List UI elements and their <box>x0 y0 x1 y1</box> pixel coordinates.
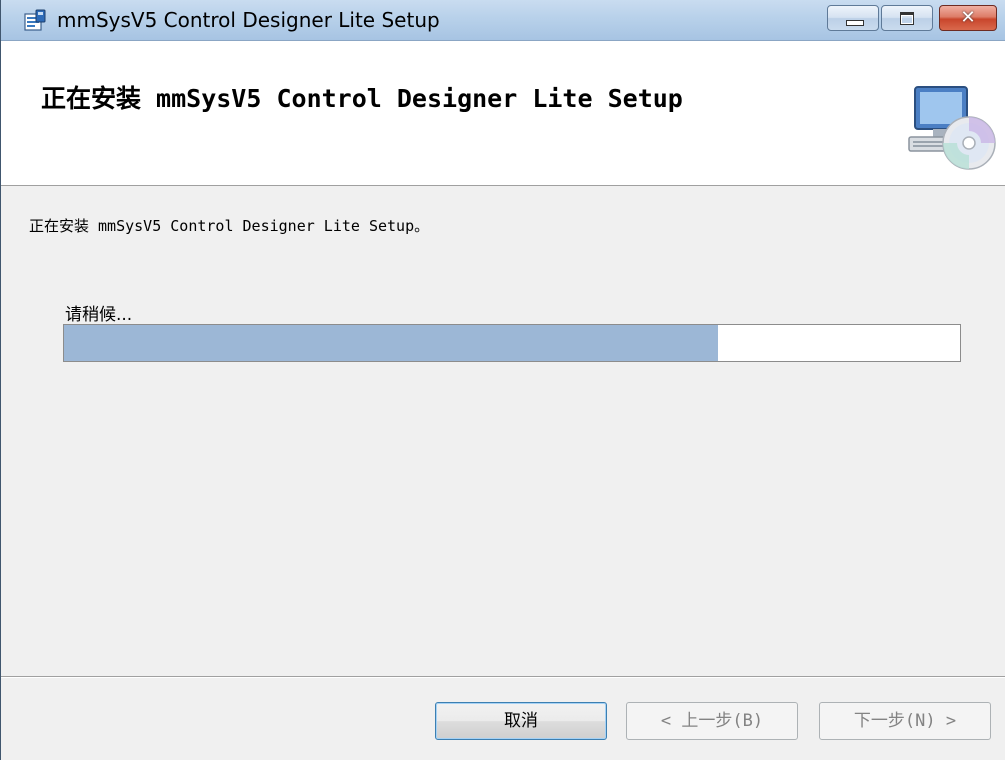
back-button[interactable]: < 上一步(B) <box>626 702 798 740</box>
title-bar[interactable]: mmSysV5 Control Designer Lite Setup ✕ <box>1 0 1005 41</box>
close-icon: ✕ <box>960 7 976 28</box>
page-title: 正在安装 mmSysV5 Control Designer Lite Setup <box>41 84 683 113</box>
wait-label: 请稍候... <box>65 305 133 325</box>
minimize-button[interactable] <box>827 5 879 31</box>
window-title: mmSysV5 Control Designer Lite Setup <box>57 8 440 32</box>
minimize-icon <box>846 20 864 26</box>
header-banner: 正在安装 mmSysV5 Control Designer Lite Setup <box>1 41 1005 186</box>
progress-bar <box>63 324 961 362</box>
maximize-button[interactable] <box>881 5 933 31</box>
computer-cd-icon <box>908 86 996 170</box>
maximize-icon <box>900 12 914 25</box>
installer-window: mmSysV5 Control Designer Lite Setup ✕ 正在… <box>0 0 1005 760</box>
status-message: 正在安装 mmSysV5 Control Designer Lite Setup… <box>29 217 430 235</box>
cancel-button[interactable]: 取消 <box>435 702 607 740</box>
close-button[interactable]: ✕ <box>939 5 997 31</box>
footer-separator <box>1 676 1005 678</box>
next-button[interactable]: 下一步(N) > <box>819 702 991 740</box>
progress-bar-fill <box>64 325 719 361</box>
installer-icon <box>24 9 46 31</box>
